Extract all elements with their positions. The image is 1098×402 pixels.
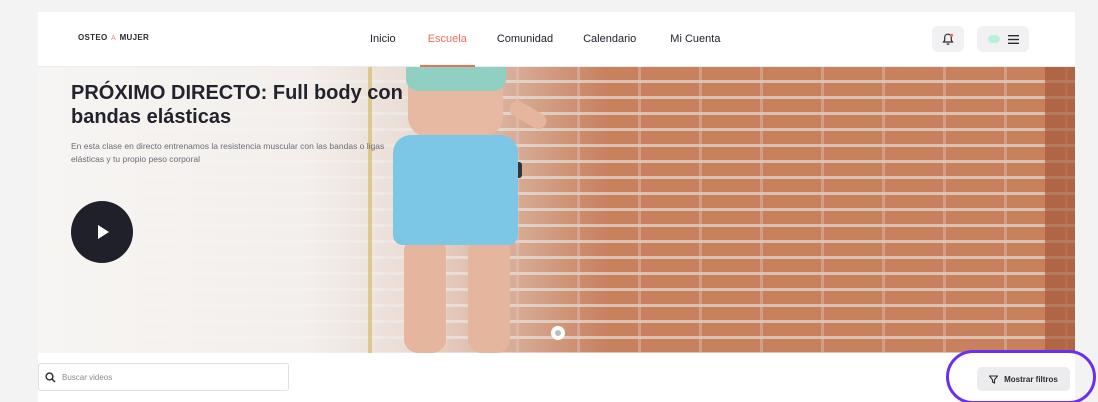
search-box <box>38 363 289 391</box>
account-menu-button[interactable] <box>977 26 1029 52</box>
play-button[interactable] <box>71 201 133 263</box>
hero-title: PRÓXIMO DIRECTO: Full body con bandas el… <box>71 82 403 128</box>
logo-text-mid: A <box>111 35 117 42</box>
main-nav: Inicio Escuela Comunidad Calendario Mi C… <box>358 12 732 67</box>
nav-item-inicio[interactable]: Inicio <box>358 12 408 67</box>
nav-item-escuela[interactable]: Escuela <box>416 12 479 67</box>
nav-item-calendario[interactable]: Calendario <box>571 12 648 67</box>
carousel-dot[interactable] <box>551 326 565 340</box>
hero-description: En esta clase en directo entrenamos la r… <box>71 141 385 164</box>
top-header: OSTEO A MUJER Inicio Escuela Comunidad C… <box>38 12 1075 67</box>
brick-wall-background <box>458 67 1075 353</box>
logo-text-right: MUJER <box>119 33 150 42</box>
page-shell: OSTEO A MUJER Inicio Escuela Comunidad C… <box>38 12 1075 402</box>
bell-icon <box>942 33 954 45</box>
show-filters-button[interactable]: Mostrar filtros <box>977 367 1070 391</box>
nav-item-comunidad[interactable]: Comunidad <box>485 12 565 67</box>
wall-edge <box>1045 67 1075 353</box>
notifications-button[interactable] <box>932 26 964 52</box>
search-input[interactable] <box>62 372 272 382</box>
search-icon <box>45 371 56 383</box>
show-filters-label: Mostrar filtros <box>1004 374 1058 384</box>
funnel-icon <box>989 374 999 384</box>
hero-banner: PRÓXIMO DIRECTO: Full body con bandas el… <box>38 67 1075 353</box>
nav-item-mi-cuenta[interactable]: Mi Cuenta <box>658 12 732 67</box>
avatar <box>987 35 1000 43</box>
play-icon <box>98 225 109 239</box>
logo-text-left: OSTEO <box>78 33 108 42</box>
site-logo[interactable]: OSTEO A MUJER <box>78 33 149 42</box>
hamburger-icon <box>1007 34 1019 44</box>
